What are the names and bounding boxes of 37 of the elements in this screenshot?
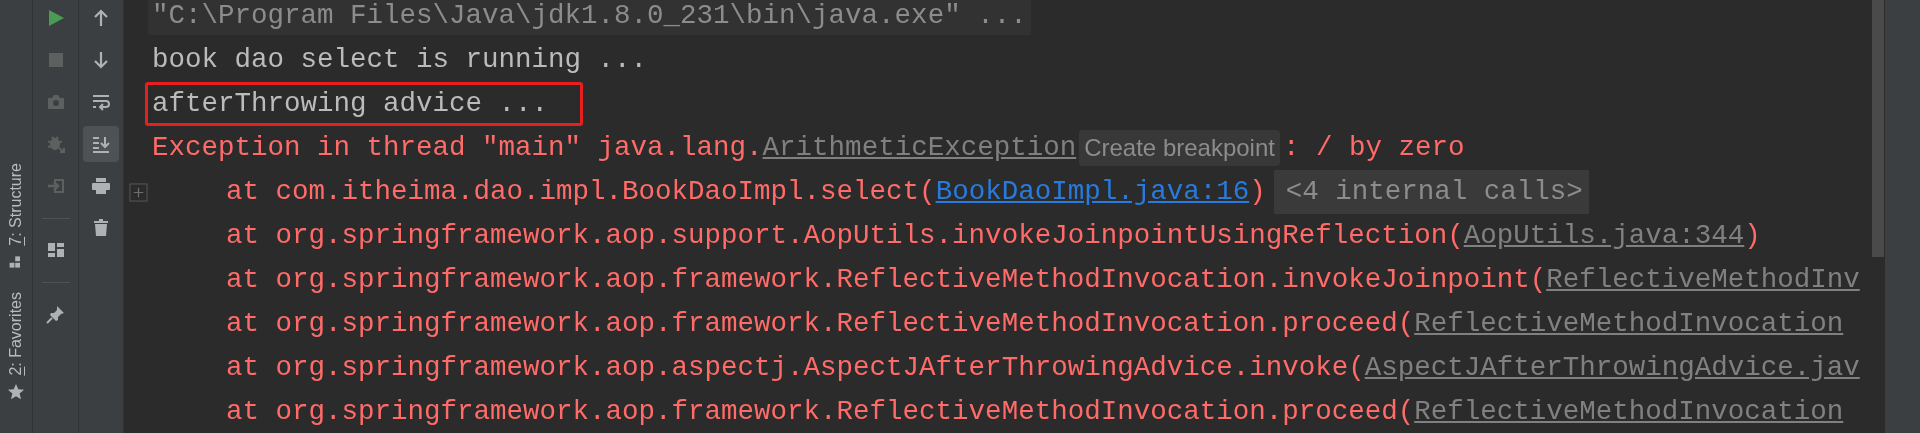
stack-trace-text: at org.springframework.aop.framework.ReflectiveMethodInvocation.proceed(	[226, 307, 1415, 341]
pin-icon	[45, 304, 66, 324]
error-text: : / by zero	[1282, 131, 1465, 165]
scroll-to-end-icon	[91, 134, 111, 154]
stack-trace-text: at org.springframework.aop.framework.ReflectiveMethodInvocation.invokeJoinpoint(	[226, 263, 1547, 297]
scroll-to-end-button[interactable]	[83, 126, 119, 162]
expand-icon[interactable]	[128, 182, 148, 202]
breakpoint-hint[interactable]: Create breakpoint	[1079, 130, 1280, 166]
stack-trace-text: at org.springframework.aop.framework.ReflectiveMethodInvocation.proceed(	[226, 395, 1415, 429]
tool-window-tab[interactable]: 2: Favorites	[8, 291, 24, 376]
folded-calls[interactable]: <4 internal calls>	[1273, 170, 1589, 214]
exit-icon	[45, 176, 66, 196]
library-link[interactable]: AspectJAfterThrowingAdvice.jav	[1364, 346, 1860, 390]
library-link[interactable]: ReflectiveMethodInvocation	[1414, 390, 1844, 433]
bug-icon	[45, 134, 66, 154]
trash-icon	[91, 218, 111, 238]
command-line-text: "C:\Program Files\Java\jdk1.8.0_231\bin\java.exe" ...	[148, 0, 1031, 35]
stack-trace-text: at com.itheima.dao.impl.BookDaoImpl.select(	[226, 175, 936, 209]
soft-wrap-icon	[91, 92, 111, 112]
down-arrow-icon	[91, 50, 111, 70]
library-link[interactable]: ArithmeticException	[762, 126, 1077, 170]
stack-trace-text: at org.springframework.aop.aspectj.AspectJAfterThrowingAdvice.invoke(	[226, 351, 1365, 385]
stack-trace-text: )	[1744, 219, 1761, 253]
star-icon	[7, 383, 25, 402]
error-text: Exception in thread "main" java.lang.	[152, 131, 763, 165]
library-link[interactable]: AopUtils.java:344	[1463, 214, 1745, 258]
layout-icon	[45, 240, 66, 260]
library-link[interactable]: ReflectiveMethodInvocation	[1414, 302, 1844, 346]
output-line: book dao select is running ...	[152, 43, 648, 77]
stack-trace-text: at org.springframework.aop.support.AopUtils.invokeJoinpointUsingReflection(	[226, 219, 1464, 253]
source-link[interactable]: BookDaoImpl.java:16	[935, 170, 1250, 214]
printer-icon	[91, 176, 111, 196]
camera-icon	[45, 92, 66, 112]
library-link[interactable]: ReflectiveMethodInv	[1546, 258, 1860, 302]
stack-trace-text: )	[1249, 175, 1266, 209]
scrollbar-thumb[interactable]	[1872, 0, 1884, 257]
tool-window-tab[interactable]: 7: Structure	[8, 163, 24, 246]
